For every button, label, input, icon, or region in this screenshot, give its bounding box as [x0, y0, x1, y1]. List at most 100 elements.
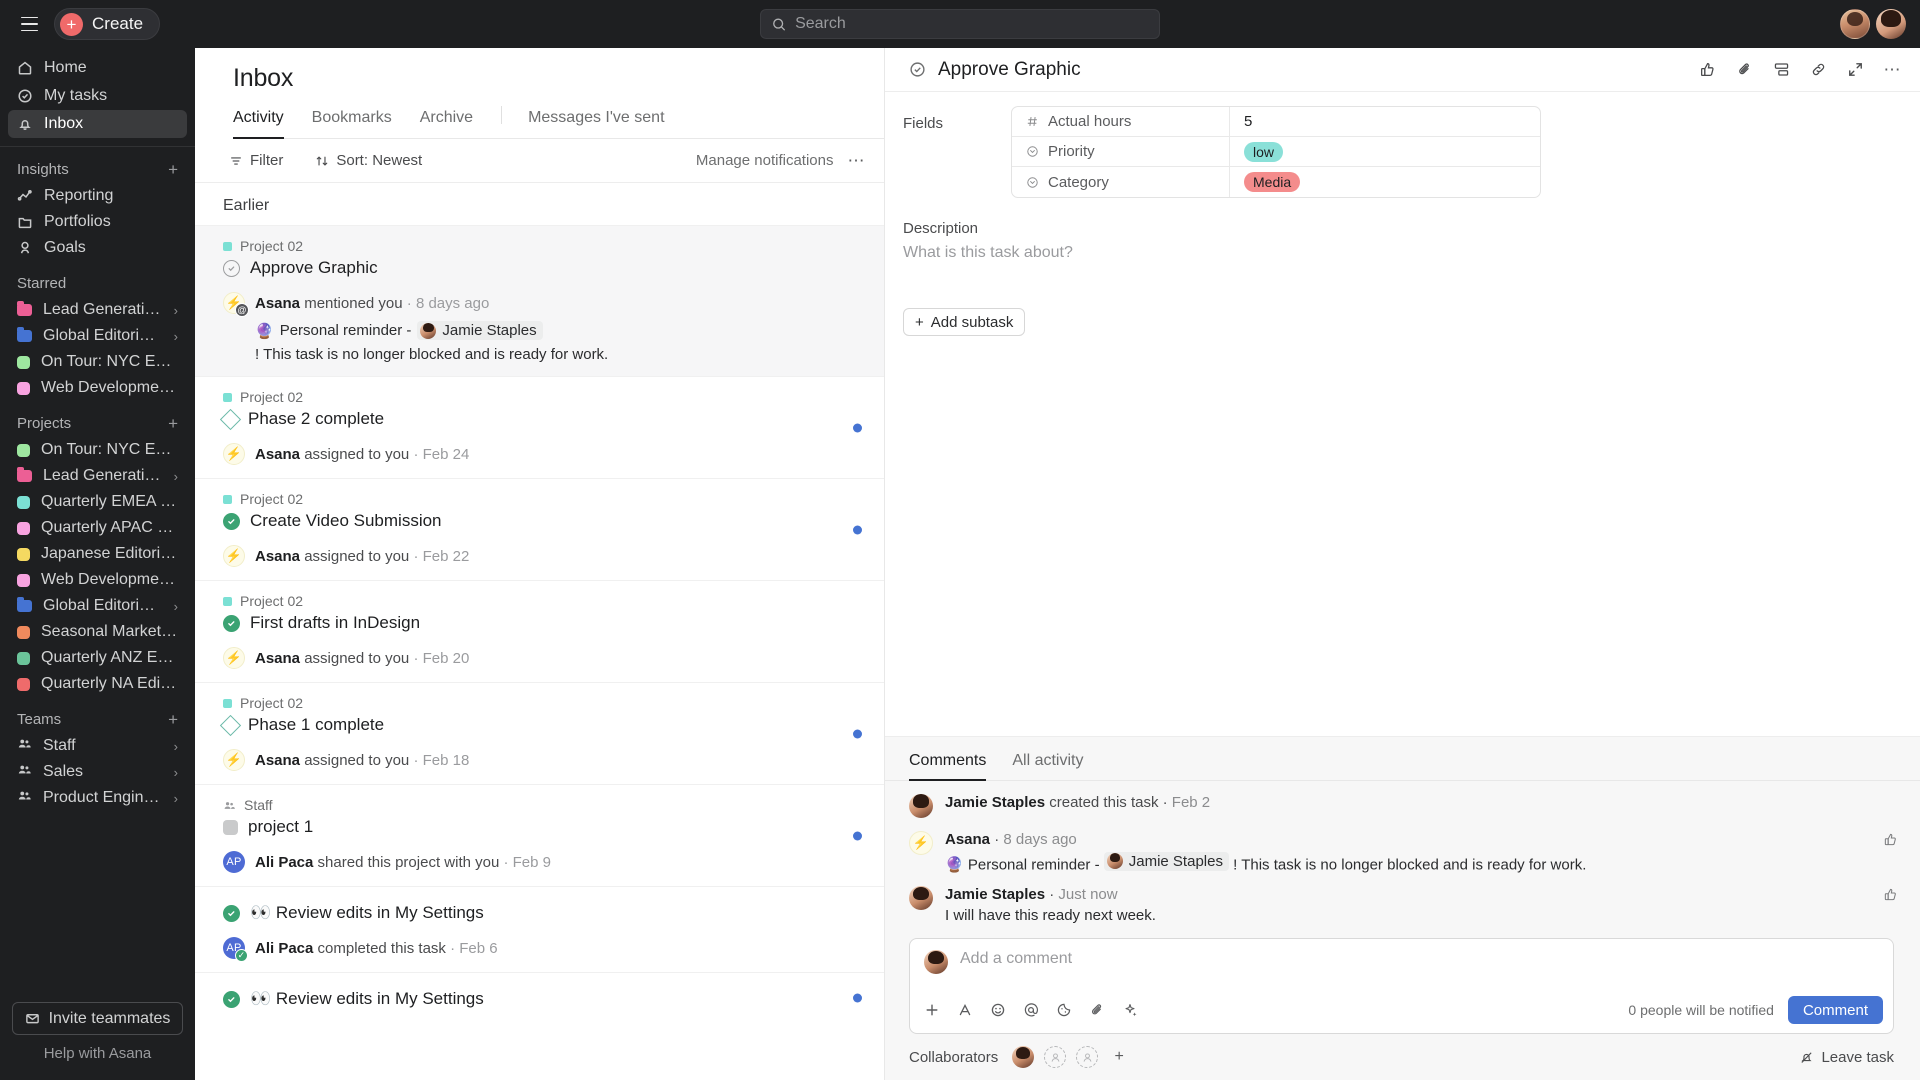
- inbox-item[interactable]: Project 02 Approve Graphic ⚡ @ Asana mention…: [195, 225, 884, 376]
- expand-icon[interactable]: [1847, 61, 1864, 78]
- sparkle-icon[interactable]: [1122, 1002, 1138, 1018]
- task-name[interactable]: 👀 Review edits in My Settings: [250, 989, 484, 1009]
- field-value-cell[interactable]: Media: [1230, 167, 1540, 197]
- circle-check-filled-icon[interactable]: [223, 990, 240, 1008]
- collaborator-avatar-placeholder[interactable]: [1076, 1046, 1099, 1068]
- collaborator-avatar-placeholder[interactable]: [1044, 1046, 1067, 1068]
- add-team-button[interactable]: +: [168, 711, 178, 728]
- search-bar[interactable]: [760, 9, 1160, 39]
- inbox-item[interactable]: Project 02 First drafts in InDesign ⚡ Asana…: [195, 580, 884, 682]
- avatar[interactable]: [1876, 9, 1906, 39]
- invite-teammates-button[interactable]: Invite teammates: [12, 1002, 183, 1035]
- comment-input[interactable]: Add a comment: [960, 950, 1879, 988]
- sidebar-starred-item[interactable]: On Tour: NYC Event: [8, 349, 187, 375]
- task-name[interactable]: Approve Graphic: [250, 258, 378, 278]
- filter-button[interactable]: Filter: [223, 148, 289, 173]
- subtask-icon[interactable]: [1773, 61, 1790, 78]
- field-row[interactable]: Priority low: [1012, 137, 1540, 167]
- field-row[interactable]: Actual hours 5: [1012, 107, 1540, 137]
- add-insight-button[interactable]: +: [168, 161, 178, 178]
- mention-icon[interactable]: [1023, 1002, 1039, 1018]
- thumbs-up-icon[interactable]: [1883, 832, 1898, 852]
- task-name[interactable]: First drafts in InDesign: [250, 613, 420, 633]
- sidebar-starred-item[interactable]: Lead Generation Ca… ›: [8, 297, 187, 323]
- chevron-right-icon[interactable]: ›: [174, 329, 178, 344]
- sidebar-project-item[interactable]: Quarterly APAC Editorial …: [8, 515, 187, 541]
- sidebar-project-item[interactable]: On Tour: NYC Event: [8, 437, 187, 463]
- inbox-item[interactable]: 👀 Review edits in My Settings AP ✓ Ali Paca…: [195, 886, 884, 972]
- manage-notifications-button[interactable]: Manage notifications: [696, 152, 834, 169]
- add-project-button[interactable]: +: [168, 415, 178, 432]
- create-button[interactable]: + Create: [54, 8, 161, 40]
- sidebar-item-home[interactable]: Home: [8, 54, 187, 82]
- inbox-item[interactable]: Staff project 1 AP Ali Paca shared this pro…: [195, 784, 884, 886]
- link-icon[interactable]: [1810, 61, 1827, 78]
- inbox-item[interactable]: Project 02 Phase 2 complete ⚡ Asana assigne…: [195, 376, 884, 478]
- comment-composer[interactable]: Add a comment 0 people will be notified …: [909, 938, 1894, 1034]
- add-subtask-button[interactable]: + Add subtask: [903, 308, 1026, 336]
- sidebar-team-item[interactable]: Sales ›: [8, 759, 187, 785]
- sort-button[interactable]: Sort: Newest: [309, 148, 428, 173]
- task-name[interactable]: Create Video Submission: [250, 511, 442, 531]
- tab-bookmarks[interactable]: Bookmarks: [312, 103, 392, 139]
- chevron-right-icon[interactable]: ›: [174, 739, 178, 754]
- circle-check-icon[interactable]: [909, 61, 926, 78]
- more-horizontal-icon[interactable]: ⋯: [848, 152, 867, 169]
- format-text-icon[interactable]: [957, 1002, 973, 1018]
- circle-check-filled-icon[interactable]: [223, 512, 240, 530]
- tab-activity[interactable]: Activity: [233, 103, 284, 139]
- sidebar-project-item[interactable]: Quarterly EMEA Editorial…: [8, 489, 187, 515]
- circle-check-outline-icon[interactable]: [223, 259, 240, 277]
- leave-task-button[interactable]: Leave task: [1799, 1049, 1894, 1066]
- comment-submit-button[interactable]: Comment: [1787, 996, 1883, 1024]
- sidebar-project-item[interactable]: Quarterly ANZ Editorial C…: [8, 645, 187, 671]
- circle-check-filled-icon[interactable]: [223, 614, 240, 632]
- inbox-item[interactable]: Project 02 Phase 1 complete ⚡ Asana assigne…: [195, 682, 884, 784]
- sidebar-item-inbox[interactable]: Inbox: [8, 110, 187, 138]
- chevron-right-icon[interactable]: ›: [174, 791, 178, 806]
- more-horizontal-icon[interactable]: ⋯: [1884, 61, 1903, 78]
- plus-icon[interactable]: [924, 1002, 940, 1018]
- collaborator-avatar[interactable]: [1012, 1046, 1035, 1068]
- sidebar-project-item[interactable]: Japanese Editorial Calen…: [8, 541, 187, 567]
- circle-check-filled-icon[interactable]: [223, 904, 240, 922]
- add-collaborator-button[interactable]: +: [1108, 1046, 1130, 1068]
- task-name[interactable]: project 1: [248, 817, 313, 837]
- sticker-icon[interactable]: [1056, 1002, 1072, 1018]
- paperclip-icon[interactable]: [1736, 61, 1753, 78]
- inbox-item[interactable]: 👀 Review edits in My Settings: [195, 972, 884, 1022]
- task-name[interactable]: Phase 2 complete: [248, 409, 384, 429]
- milestone-diamond-icon[interactable]: [219, 408, 242, 430]
- emoji-icon[interactable]: [990, 1002, 1006, 1018]
- chevron-right-icon[interactable]: ›: [174, 599, 178, 614]
- tab-archive[interactable]: Archive: [420, 103, 473, 139]
- avatar-secondary[interactable]: [1840, 9, 1870, 39]
- attach-icon[interactable]: [1089, 1002, 1105, 1018]
- sidebar-item-portfolios[interactable]: Portfolios: [8, 209, 187, 235]
- sidebar-project-item[interactable]: Web Development Sprint…: [8, 567, 187, 593]
- description-input[interactable]: What is this task about?: [885, 237, 1920, 262]
- mention-chip[interactable]: Jamie Staples: [1103, 851, 1229, 871]
- sidebar-project-item[interactable]: Seasonal Marketing Cam…: [8, 619, 187, 645]
- thumbs-up-icon[interactable]: [1699, 61, 1716, 78]
- task-name[interactable]: Phase 1 complete: [248, 715, 384, 735]
- search-input[interactable]: [795, 15, 1148, 33]
- field-value-cell[interactable]: low: [1230, 137, 1540, 166]
- tab-messages-sent[interactable]: Messages I've sent: [528, 103, 664, 139]
- tab-all-activity[interactable]: All activity: [1012, 752, 1083, 781]
- chevron-right-icon[interactable]: ›: [174, 303, 178, 318]
- milestone-diamond-icon[interactable]: [219, 714, 242, 736]
- task-name[interactable]: 👀 Review edits in My Settings: [250, 903, 484, 923]
- sidebar-team-item[interactable]: Staff ›: [8, 733, 187, 759]
- inbox-item[interactable]: Project 02 Create Video Submission ⚡ Asana …: [195, 478, 884, 580]
- thumbs-up-icon[interactable]: [1883, 887, 1898, 907]
- field-row[interactable]: Category Media: [1012, 167, 1540, 197]
- chevron-right-icon[interactable]: ›: [174, 469, 178, 484]
- sidebar-starred-item[interactable]: Web Development Sprint…: [8, 375, 187, 401]
- sidebar-starred-item[interactable]: Global Editorial Cale… ›: [8, 323, 187, 349]
- sidebar-item-reporting[interactable]: Reporting: [8, 183, 187, 209]
- mention-chip[interactable]: Jamie Staples: [417, 321, 543, 340]
- field-value-cell[interactable]: 5: [1230, 107, 1540, 136]
- chevron-right-icon[interactable]: ›: [174, 765, 178, 780]
- menu-icon[interactable]: [14, 9, 44, 39]
